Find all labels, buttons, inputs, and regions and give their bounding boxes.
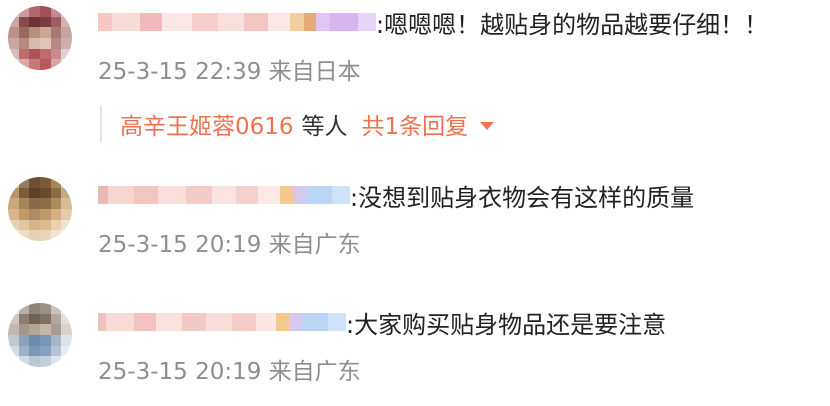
reply-summary[interactable]: 高辛王姬蓉0616 等人 共1条回复 [100,106,495,142]
comment-text: :大家购买贴身物品还是要注意 [346,310,667,339]
comment-meta: 25-3-15 20:19 来自广东 [98,359,361,385]
comment-header: :大家购买贴身物品还是要注意 [98,304,666,340]
reply-etc-label: 等人 [301,114,348,140]
comment-text: :没想到贴身衣物会有这样的质量 [350,183,695,212]
avatar[interactable] [8,177,72,241]
username-redacted[interactable] [98,185,350,205]
reply-count-link[interactable]: 共1条回复 [362,107,469,141]
comment-header: :嗯嗯嗯！越贴身的物品越要仔细！！ [98,4,768,40]
comment-header: :没想到贴身衣物会有这样的质量 [98,177,694,213]
reply-username-link[interactable]: 高辛王姬蓉0616 [120,107,294,141]
username-redacted[interactable] [98,12,376,32]
caret-down-icon[interactable] [480,122,495,130]
comment-meta: 25-3-15 20:19 来自广东 [98,232,361,258]
comment-meta: 25-3-15 22:39 来自日本 [98,59,361,85]
avatar[interactable] [8,6,72,70]
avatar[interactable] [8,303,72,367]
username-redacted[interactable] [98,312,346,332]
comment-text: :嗯嗯嗯！越贴身的物品越要仔细！！ [376,10,769,39]
